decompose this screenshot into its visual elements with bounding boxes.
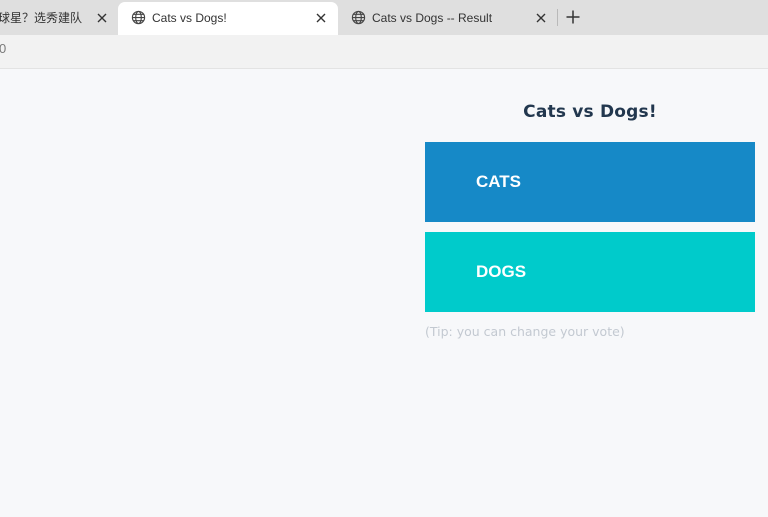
vote-cats-button[interactable]: CATS [425, 142, 755, 222]
tab-2-active[interactable]: Cats vs Dogs! [118, 2, 338, 35]
address-text: 0 [0, 41, 7, 56]
tab-strip: 球星？选秀建队 Cats vs Dogs! Cats vs Dogs -- Re… [0, 0, 768, 35]
tab-3[interactable]: Cats vs Dogs -- Result [338, 2, 557, 35]
close-icon[interactable] [96, 12, 108, 24]
close-icon[interactable] [535, 12, 547, 24]
page-title: Cats vs Dogs! [523, 102, 657, 122]
tab-separator [557, 9, 558, 26]
globe-icon [351, 10, 366, 25]
address-bar[interactable]: 0 [0, 35, 768, 69]
tab-title: 球星？选秀建队 [0, 11, 83, 25]
globe-icon [131, 10, 146, 25]
tab-title: Cats vs Dogs! [152, 11, 227, 25]
tab-1[interactable]: 球星？选秀建队 [0, 2, 118, 35]
page-content: Cats vs Dogs! CATS DOGS (Tip: you can ch… [0, 69, 768, 517]
vote-panel: Cats vs Dogs! CATS DOGS (Tip: you can ch… [425, 100, 755, 341]
plus-icon[interactable] [565, 9, 581, 25]
close-icon[interactable] [315, 12, 327, 24]
tab-title: Cats vs Dogs -- Result [372, 11, 493, 25]
tip-text: (Tip: you can change your vote) [425, 324, 625, 339]
vote-dogs-button[interactable]: DOGS [425, 232, 755, 312]
